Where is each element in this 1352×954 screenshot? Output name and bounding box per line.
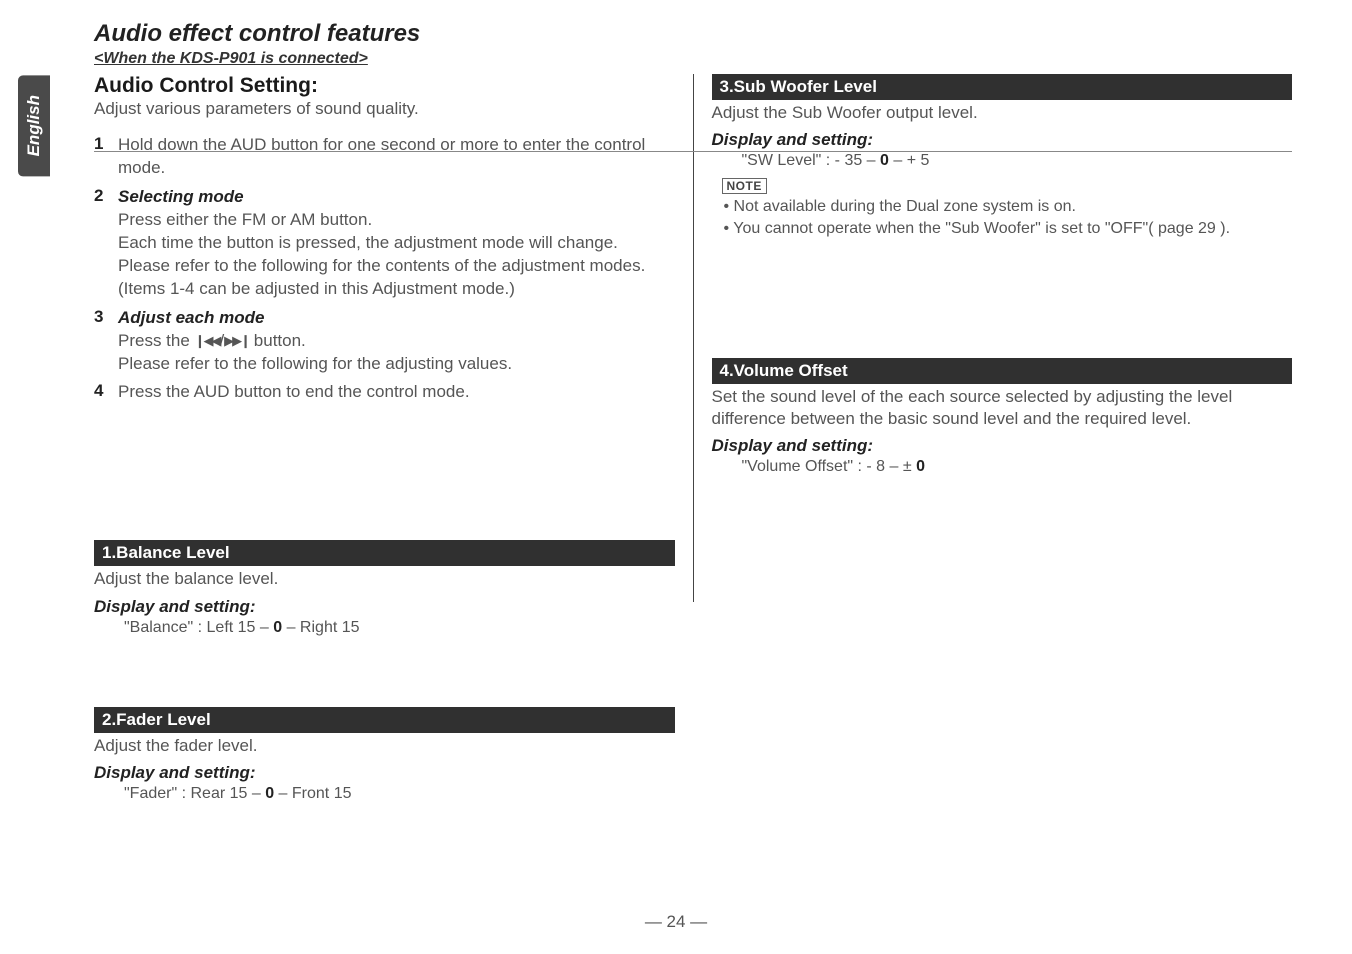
balance-desc: Adjust the balance level.	[94, 568, 675, 590]
column-divider	[693, 74, 694, 602]
balance-section-bar: 1.Balance Level	[94, 540, 675, 566]
subwoofer-section-bar: 3.Sub Woofer Level	[712, 74, 1293, 100]
step-text-pre: Press the	[118, 331, 195, 350]
balance-value-bold: 0	[273, 619, 282, 636]
page-number: — 24 —	[0, 912, 1352, 932]
note-badge: NOTE	[722, 178, 767, 194]
audio-control-desc: Adjust various parameters of sound quali…	[94, 98, 675, 120]
step-text: Press either the FM or AM button. Each t…	[118, 210, 645, 298]
display-setting-label: Display and setting:	[712, 130, 1293, 150]
subwoofer-value-post: – + 5	[889, 152, 929, 169]
step-number: 2	[94, 186, 118, 301]
fader-value-pre: "Fader" : Rear 15 –	[124, 785, 265, 802]
volume-value-bold: 0	[916, 458, 925, 475]
step-number: 3	[94, 307, 118, 376]
skip-prev-icon: ❙◀◀	[195, 332, 220, 350]
step-heading: Adjust each mode	[118, 307, 512, 330]
step-text: Press the AUD button to end the control …	[118, 381, 470, 404]
volume-offset-desc: Set the sound level of the each source s…	[712, 386, 1293, 430]
balance-value-pre: "Balance" : Left 15 –	[124, 619, 273, 636]
audio-control-heading: Audio Control Setting:	[94, 74, 675, 98]
note-item: You cannot operate when the "Sub Woofer"…	[724, 218, 1293, 240]
fader-value-post: – Front 15	[274, 785, 351, 802]
step-text: Hold down the AUD button for one second …	[118, 134, 675, 180]
step-heading: Selecting mode	[118, 186, 675, 209]
volume-offset-section-bar: 4.Volume Offset	[712, 358, 1293, 384]
display-setting-label: Display and setting:	[712, 436, 1293, 456]
step-number: 4	[94, 381, 118, 404]
skip-next-icon: ▶▶❙	[224, 332, 249, 350]
subwoofer-value-pre: "SW Level" : - 35 –	[742, 152, 881, 169]
subwoofer-desc: Adjust the Sub Woofer output level.	[712, 102, 1293, 124]
volume-value-pre: "Volume Offset" : - 8 – ±	[742, 458, 917, 475]
fader-section-bar: 2.Fader Level	[94, 707, 675, 733]
note-item: Not available during the Dual zone syste…	[724, 196, 1293, 218]
page-subtitle: <When the KDS-P901 is connected>	[94, 50, 1292, 68]
page-title: Audio effect control features	[94, 20, 1292, 48]
subwoofer-value-bold: 0	[880, 152, 889, 169]
fader-desc: Adjust the fader level.	[94, 735, 675, 757]
language-tab: English	[18, 75, 50, 176]
display-setting-label: Display and setting:	[94, 597, 675, 617]
horizontal-divider	[94, 151, 1292, 152]
fader-value-bold: 0	[265, 785, 274, 802]
display-setting-label: Display and setting:	[94, 763, 675, 783]
step-number: 1	[94, 134, 118, 180]
balance-value-post: – Right 15	[282, 619, 359, 636]
